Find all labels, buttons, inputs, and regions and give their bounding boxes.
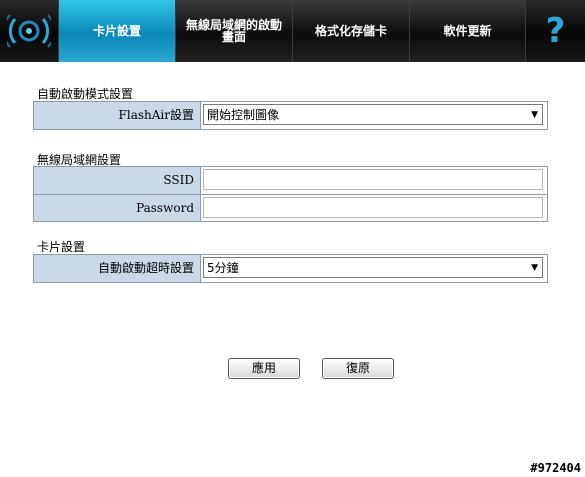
flashair-setting-value: 開始控制圖像 <box>207 108 280 122</box>
ssid-input[interactable] <box>203 169 543 190</box>
flashair-setting-cell: 開始控制圖像 ▼ <box>201 102 547 129</box>
flashair-setting-select[interactable]: 開始控制圖像 ▼ <box>203 104 543 125</box>
ssid-label: SSID <box>34 167 201 194</box>
wlan-settings-table: SSID Password <box>33 166 548 222</box>
password-cell <box>201 195 547 221</box>
tab-software-update[interactable]: 軟件更新 <box>409 0 525 62</box>
chevron-down-icon: ▼ <box>531 109 538 120</box>
restore-button[interactable]: 復原 <box>322 358 394 379</box>
timeout-select[interactable]: 5分鐘 ▼ <box>203 257 543 278</box>
timeout-label: 自動啟動超時設置 <box>34 255 201 282</box>
card-settings-table: 自動啟動超時設置 5分鐘 ▼ <box>33 254 548 283</box>
flashair-setting-label: FlashAir設置 <box>34 102 201 129</box>
password-row: Password <box>34 194 547 221</box>
ssid-cell <box>201 167 547 194</box>
password-label: Password <box>34 195 201 221</box>
apply-button[interactable]: 應用 <box>228 358 300 379</box>
ssid-row: SSID <box>34 167 547 194</box>
watermark-text: #972404 <box>530 461 581 475</box>
chevron-down-icon: ▼ <box>531 262 538 273</box>
timeout-row: 自動啟動超時設置 5分鐘 ▼ <box>34 255 547 282</box>
flashair-setting-row: FlashAir設置 開始控制圖像 ▼ <box>34 102 547 129</box>
tab-card-settings[interactable]: 卡片設置 <box>58 0 175 62</box>
timeout-value: 5分鐘 <box>207 261 239 275</box>
tab-wireless-startup-screen[interactable]: 無線局域網的啟動畫面 <box>175 0 292 62</box>
help-icon: ? <box>545 11 566 51</box>
timeout-cell: 5分鐘 ▼ <box>201 255 547 282</box>
section-title-autostart: 自動啟動模式設置 <box>37 87 134 101</box>
help-button[interactable]: ? <box>525 0 585 62</box>
wifi-logo-icon <box>0 0 58 62</box>
password-input[interactable] <box>203 197 543 218</box>
top-nav-bar: 卡片設置 無線局域網的啟動畫面 格式化存儲卡 軟件更新 ? <box>0 0 585 62</box>
tab-format-card[interactable]: 格式化存儲卡 <box>292 0 409 62</box>
section-title-card: 卡片設置 <box>37 240 86 254</box>
autostart-settings-table: FlashAir設置 開始控制圖像 ▼ <box>33 101 548 130</box>
